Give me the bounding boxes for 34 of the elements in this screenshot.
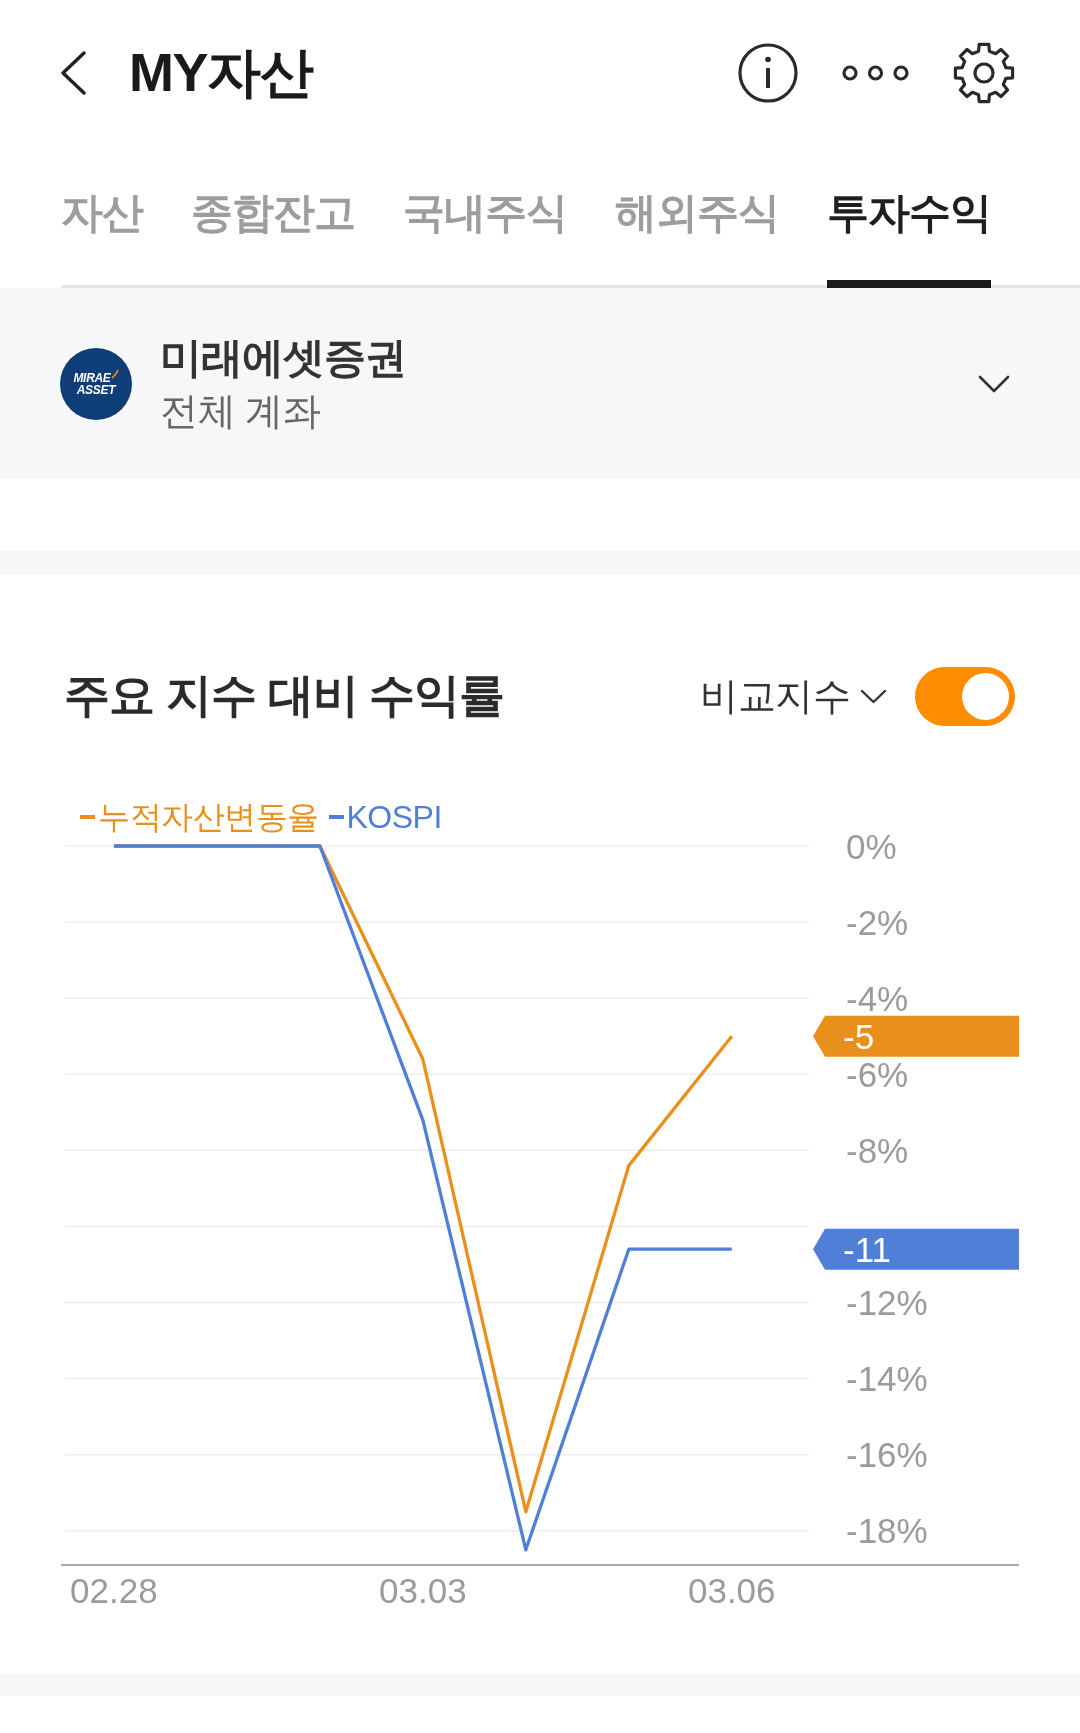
- y-axis-label: -8%: [846, 1130, 909, 1170]
- end-value-label: -11: [813, 1228, 1019, 1270]
- logo-text: MIRAE: [73, 371, 111, 384]
- tab[interactable]: 종합잔고: [191, 146, 355, 288]
- section-title: 주요 지수 대비 수익률: [64, 668, 505, 724]
- y-axis-label: -16%: [846, 1435, 928, 1475]
- x-axis-label: 02.28: [70, 1570, 158, 1610]
- x-axis-label: 03.03: [379, 1570, 467, 1610]
- index-dropdown[interactable]: 비교지수: [700, 670, 887, 722]
- y-axis-label: -14%: [846, 1359, 928, 1399]
- legend-label: KOSPI: [346, 799, 442, 835]
- tab[interactable]: 국내주식: [403, 146, 567, 288]
- account-selector[interactable]: MIRAE ASSET 미래에셋증권 전체 계좌: [0, 288, 1080, 479]
- chevron-down-icon: [860, 688, 887, 704]
- y-axis-label: -18%: [846, 1511, 928, 1551]
- tab[interactable]: 자산: [61, 146, 143, 288]
- chevron-down-icon: [978, 374, 1010, 393]
- back-icon[interactable]: [60, 51, 86, 95]
- legend-label: 누적자산변동율: [98, 799, 319, 835]
- more-icon[interactable]: [842, 65, 909, 81]
- account-name: 미래에셋증권: [160, 332, 406, 383]
- y-axis-label: -2%: [846, 902, 909, 942]
- info-icon[interactable]: [738, 43, 798, 103]
- logo-text: ASSET: [76, 383, 116, 396]
- end-value-label: -5: [813, 1015, 1019, 1057]
- tab[interactable]: 해외주식: [615, 146, 779, 288]
- y-axis-label: -6%: [846, 1054, 909, 1094]
- y-axis-label: -12%: [846, 1283, 928, 1322]
- y-axis-label: -4%: [846, 978, 909, 1018]
- swoosh-icon: [110, 368, 119, 379]
- account-subtitle: 전체 계좌: [160, 388, 322, 434]
- page-title: MY자산: [129, 43, 312, 103]
- settings-icon[interactable]: [953, 42, 1015, 104]
- x-axis-label: 03.06: [687, 1570, 776, 1610]
